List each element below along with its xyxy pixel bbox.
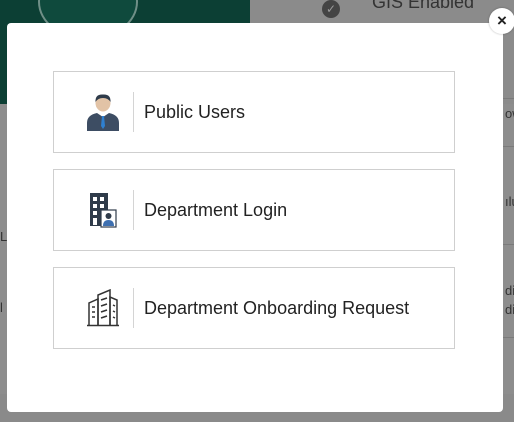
edge-text: ılu <box>505 194 514 209</box>
edge-text: l <box>0 300 3 315</box>
edge-text: di <box>505 283 514 298</box>
close-button[interactable]: × <box>489 8 514 34</box>
login-type-modal: Public Users Department Login Department… <box>7 23 503 412</box>
option-divider <box>133 190 134 230</box>
option-label: Department Login <box>144 200 288 220</box>
department-login-option[interactable]: Department Login <box>53 169 455 251</box>
department-onboarding-option[interactable]: Department Onboarding Request <box>53 267 455 349</box>
public-users-option[interactable]: Public Users <box>53 71 455 153</box>
edge-text: ow <box>505 106 514 121</box>
option-divider <box>133 92 134 132</box>
user-icon <box>79 90 127 134</box>
check-circle-icon: ✓ <box>322 0 340 18</box>
department-building-icon <box>79 188 127 232</box>
office-building-icon <box>79 286 127 330</box>
option-label: Department Onboarding Request <box>144 298 410 318</box>
gis-enabled-text: GIS Enabled <box>372 0 475 12</box>
option-divider <box>133 288 134 328</box>
edge-text: dic <box>505 302 514 317</box>
option-label: Public Users <box>144 102 246 122</box>
